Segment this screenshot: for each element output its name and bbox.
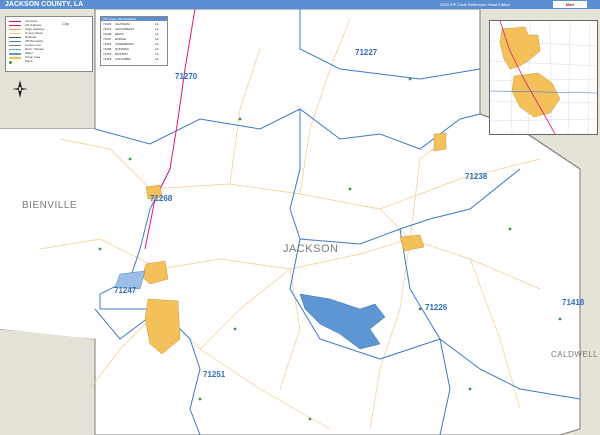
title-bar: JACKSON COUNTY, LA 2020 ZIP Code Referen… [0, 0, 600, 9]
legend-row: Place [9, 59, 89, 64]
zip-table-row: 71227 CHOUDRANT LA [103, 27, 159, 31]
brand-logo: Mart [553, 1, 587, 8]
zip-label: 71270 [175, 72, 198, 81]
zip-table-row: 71251 JONESBORO LA [103, 42, 159, 46]
zip-table-row: 71226 CHATHAM LA [103, 22, 159, 26]
zip-table-row: 71247 HODGE LA [103, 37, 159, 41]
west-area [0, 129, 95, 339]
city-legend-glyph: City [62, 21, 69, 26]
county-label-jackson: JACKSON [283, 243, 339, 255]
zip-table-row: 71268 QUITMAN LA [103, 47, 159, 51]
zip-table-header: ZIP Code / Municipalities [101, 17, 167, 21]
map-subtitle: 2020 ZIP Code Reference Head Edition [440, 2, 511, 7]
inset-map [489, 20, 598, 135]
legend-row: Urban Area [9, 55, 89, 59]
zip-table-row: 71418 COLUMBIA LA [103, 57, 159, 61]
legend-row: River / Stream [9, 47, 89, 51]
zip-label: 71238 [465, 172, 488, 181]
legend-row: Water [9, 51, 89, 55]
zip-label: 71268 [150, 194, 173, 203]
zip-label: 71226 [425, 303, 448, 312]
zip-label: 71227 [355, 48, 378, 57]
zip-label: 71247 [114, 286, 137, 295]
zip-table-row: 71270 RUSTON LA [103, 52, 159, 56]
county-label-bienville: BIENVILLE [22, 200, 78, 211]
map-frame: JACKSON COUNTY, LA 2020 ZIP Code Referen… [0, 0, 600, 435]
zip-label: 71418 [562, 298, 585, 307]
map-legend: Interstate US Highway State Highway Coun… [5, 16, 93, 72]
county-label-caldwell: CALDWELL [551, 350, 599, 359]
map-title: JACKSON COUNTY, LA [5, 1, 84, 8]
north-arrow-icon [12, 80, 28, 98]
zip-code-table: ZIP Code / Municipalities 71226 CHATHAM LA… [100, 16, 168, 66]
zip-label: 71251 [203, 370, 226, 379]
zip-table-row: 71238 EROS LA [103, 32, 159, 36]
